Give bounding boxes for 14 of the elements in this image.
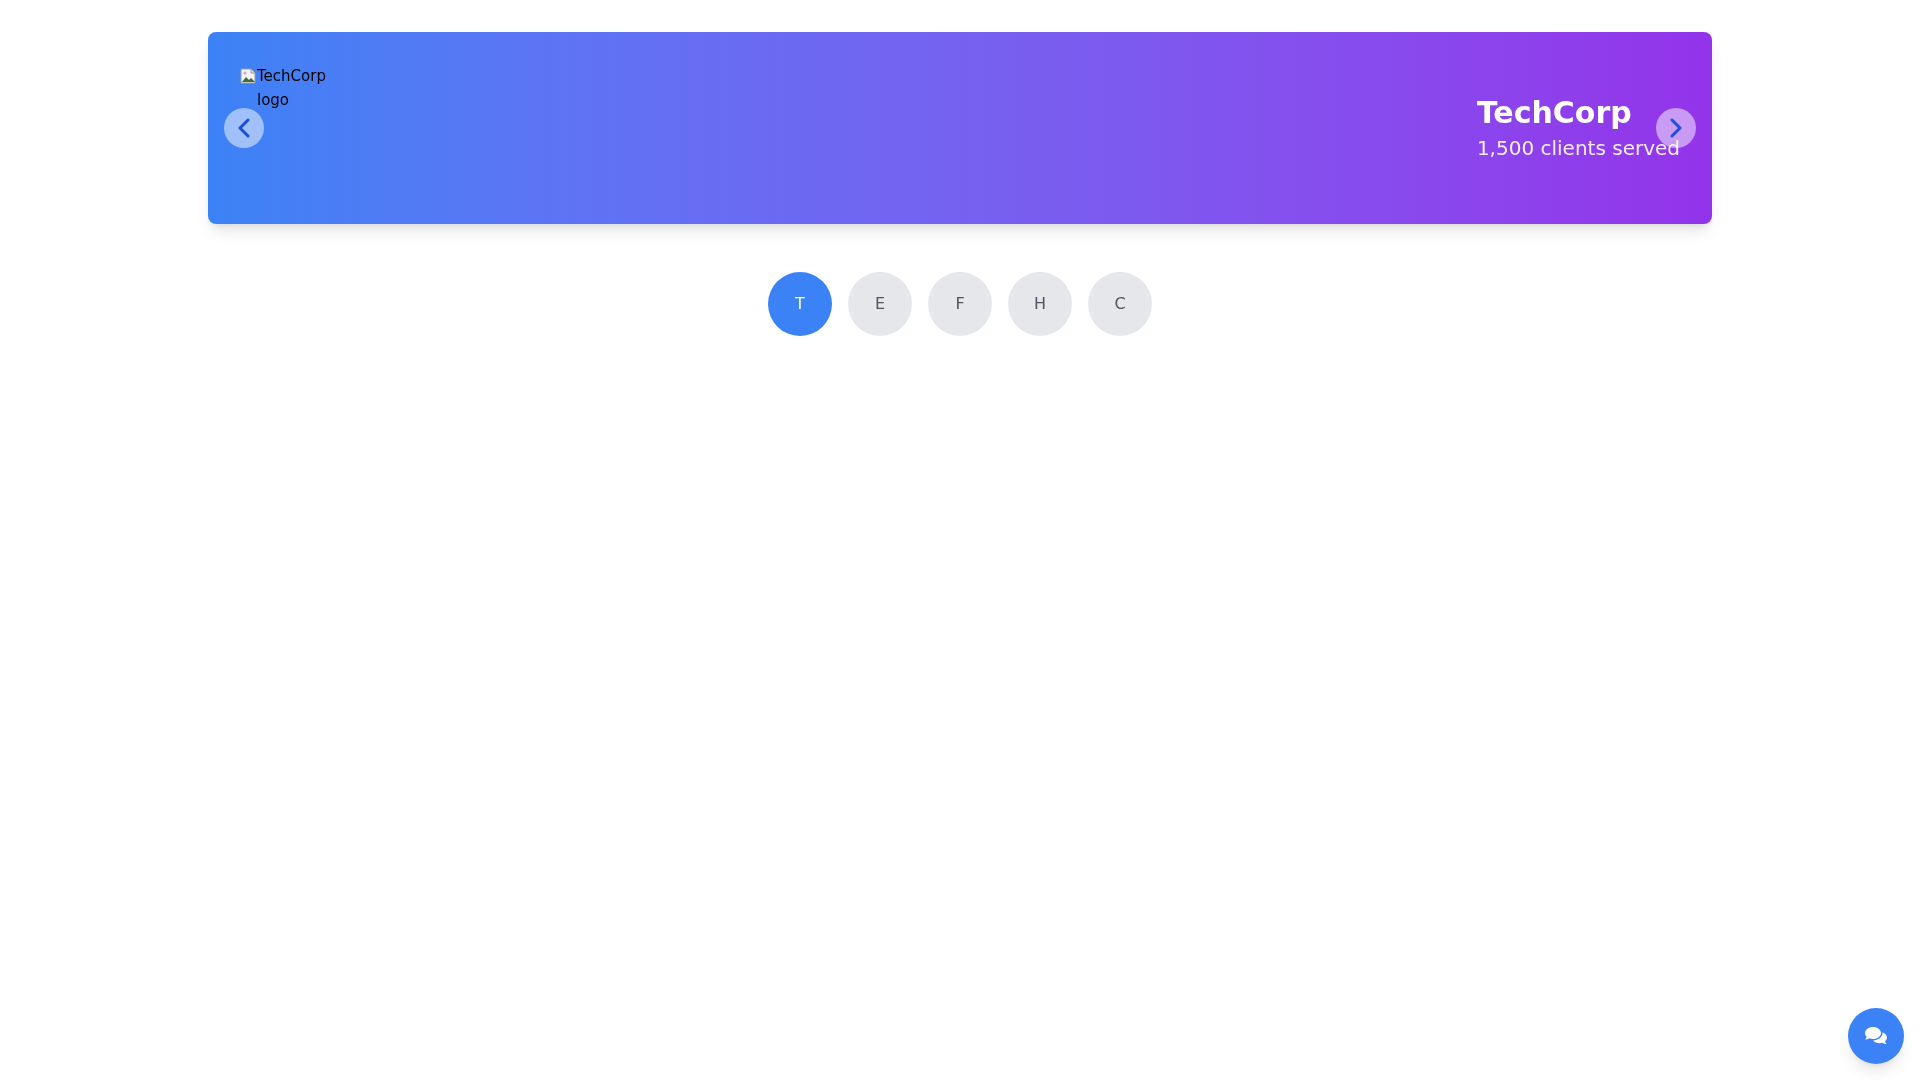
clients-served-text: 1,500 clients served	[1476, 135, 1680, 162]
company-name: TechCorp	[1476, 94, 1632, 132]
previous-button[interactable]	[224, 108, 264, 148]
image-alt-text: TechCorp logo	[257, 66, 327, 111]
company-indicator[interactable]: F	[928, 272, 992, 336]
company-indicator[interactable]: H	[1008, 272, 1072, 336]
company-indicator[interactable]: C	[1088, 272, 1152, 336]
chevron-left-icon	[238, 118, 250, 138]
broken-image-icon	[240, 68, 256, 84]
company-indicator[interactable]: E	[848, 272, 912, 336]
company-indicator[interactable]: T	[768, 272, 832, 336]
chevron-right-icon	[1670, 118, 1682, 138]
chat-button[interactable]	[1848, 1008, 1904, 1064]
speech-bubbles-icon	[1865, 1027, 1887, 1045]
